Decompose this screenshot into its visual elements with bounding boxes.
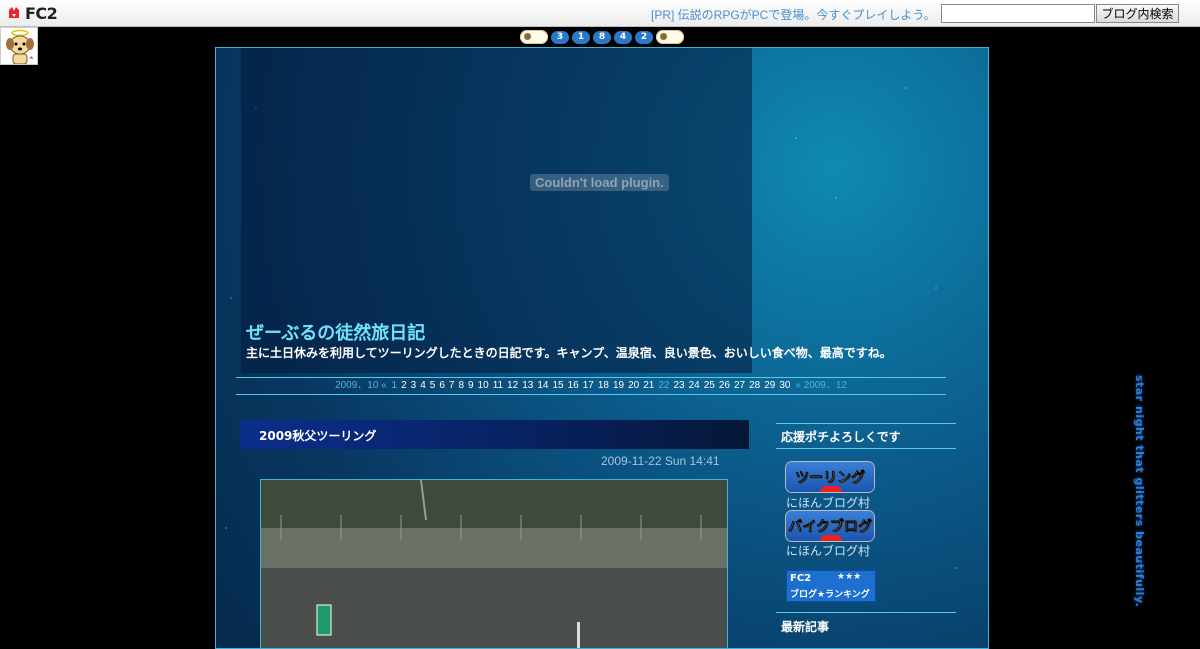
sidebar-heading-label: 最新記事 <box>781 620 830 634</box>
bike-blog-ranking-badge[interactable]: バイクブログ <box>786 511 874 541</box>
calendar-day[interactable]: 16 <box>568 380 579 391</box>
access-counter: 3 1 8 4 2 <box>520 28 684 46</box>
vertical-tagline-text: star night that glitters beautifully. <box>1133 375 1146 608</box>
calendar-day[interactable]: 29 <box>764 380 775 391</box>
fc2rank-label: FC2 <box>790 573 812 584</box>
calendar-day[interactable]: 19 <box>613 380 624 391</box>
calendar-day[interactable]: 5 <box>430 380 436 391</box>
counter-digit: 8 <box>593 30 611 44</box>
fc2-header-bar: FC2 [PR] 伝説のRPGがPCで登場。今すぐプレイしよう。 ブログ内検索 <box>0 0 1200 27</box>
badge-stripe <box>820 535 842 541</box>
calendar-day[interactable]: 7 <box>449 380 455 391</box>
fc2rank-stars: ★★★ <box>837 572 862 582</box>
road-photo-image <box>261 480 727 648</box>
badge-caption[interactable]: にほんブログ村 <box>786 542 870 559</box>
angel-dog-icon <box>6 29 34 64</box>
sheep-icon <box>520 30 548 44</box>
calendar-day[interactable]: 15 <box>552 380 563 391</box>
fc2-fox-icon <box>9 7 19 18</box>
fc2-logo[interactable]: FC2 <box>7 3 58 23</box>
entry-photo[interactable] <box>260 479 728 648</box>
blog-description: 主に土日休みを利用してツーリングしたときの日記です。キャンプ、温泉宿、良い景色、… <box>246 346 892 360</box>
plugin-error-message[interactable]: Couldn't load plugin. <box>530 174 669 191</box>
avatar[interactable] <box>0 27 38 65</box>
badge-caption[interactable]: にほんブログ村 <box>786 494 870 511</box>
counter-digit: 4 <box>614 30 632 44</box>
counter-digit: 3 <box>551 30 569 44</box>
calendar-day[interactable]: 21 <box>643 380 654 391</box>
blog-search-input[interactable] <box>941 4 1095 23</box>
sidebar-heading-recent: 最新記事 <box>776 612 956 637</box>
calendar-day[interactable]: 28 <box>749 380 760 391</box>
entry-header: 2009秋父ツーリング <box>240 420 749 449</box>
calendar-day[interactable]: 26 <box>719 380 730 391</box>
calendar-day[interactable]: 6 <box>439 380 445 391</box>
calendar-day[interactable]: 27 <box>734 380 745 391</box>
calendar-day[interactable]: 25 <box>704 380 715 391</box>
calendar-day[interactable]: 30 <box>779 380 790 391</box>
vertical-tagline: star night that glitters beautifully. <box>1128 375 1148 615</box>
entry-title[interactable]: 2009秋父ツーリング <box>259 427 376 444</box>
blog-container: Couldn't load plugin. ぜーぶるの徒然旅日記 主に土日休みを… <box>215 47 989 649</box>
calendar-prev-link[interactable]: 2009．10 « <box>335 380 387 391</box>
counter-digit: 2 <box>635 30 653 44</box>
badge-stripe <box>820 486 842 492</box>
calendar-day[interactable]: 18 <box>598 380 609 391</box>
calendar-day[interactable]: 24 <box>689 380 700 391</box>
calendar-day[interactable]: 9 <box>468 380 474 391</box>
sheep-icon <box>656 30 684 44</box>
fc2-blog-ranking-badge[interactable]: FC2 ★★★ ブログ★ランキング <box>786 570 876 602</box>
calendar-day[interactable]: 22 <box>658 380 669 391</box>
sidebar-heading-support: 応援ポチよろしくです <box>776 423 956 449</box>
counter-digit: 1 <box>572 30 590 44</box>
calendar-day[interactable]: 23 <box>673 380 684 391</box>
fc2-logo-text: FC2 <box>25 3 58 23</box>
blog-title[interactable]: ぜーぶるの徒然旅日記 <box>246 319 425 345</box>
calendar-day[interactable]: 1 <box>392 380 398 391</box>
calendar-day[interactable]: 2 <box>401 380 407 391</box>
calendar-day[interactable]: 17 <box>583 380 594 391</box>
calendar-day[interactable]: 10 <box>478 380 489 391</box>
calendar-bar: 2009．10 « 1 2 3 4 5 6 7 8 9 10 11 12 13 14 15 16 17 18 19 2… <box>236 377 946 395</box>
calendar-day[interactable]: 8 <box>458 380 464 391</box>
entry-date: 2009-11-22 Sun 14:41 <box>601 454 720 468</box>
calendar-days: 1 2 3 4 5 6 7 8 9 10 11 12 13 14 15 16 17 18 19 20 21 22 23 24 2… <box>390 380 793 391</box>
calendar-day[interactable]: 3 <box>411 380 417 391</box>
calendar-day[interactable]: 11 <box>493 380 503 391</box>
calendar-day[interactable]: 4 <box>420 380 426 391</box>
calendar-day[interactable]: 20 <box>628 380 639 391</box>
calendar-next-link[interactable]: » 2009．12 <box>795 380 847 391</box>
badge-label: バイクブログ <box>788 519 872 535</box>
calendar-day[interactable]: 12 <box>507 380 518 391</box>
touring-ranking-badge[interactable]: ツーリング <box>786 462 874 492</box>
blog-search-button[interactable]: ブログ内検索 <box>1096 4 1179 23</box>
fc2rank-subtitle: ブログ★ランキング <box>790 590 870 600</box>
calendar-day[interactable]: 13 <box>522 380 533 391</box>
pr-ad-link[interactable]: [PR] 伝説のRPGがPCで登場。今すぐプレイしよう。 <box>651 6 936 23</box>
sidebar-heading-label: 応援ポチよろしくです <box>781 430 901 444</box>
badge-label: ツーリング <box>795 470 865 486</box>
calendar-day[interactable]: 14 <box>537 380 548 391</box>
